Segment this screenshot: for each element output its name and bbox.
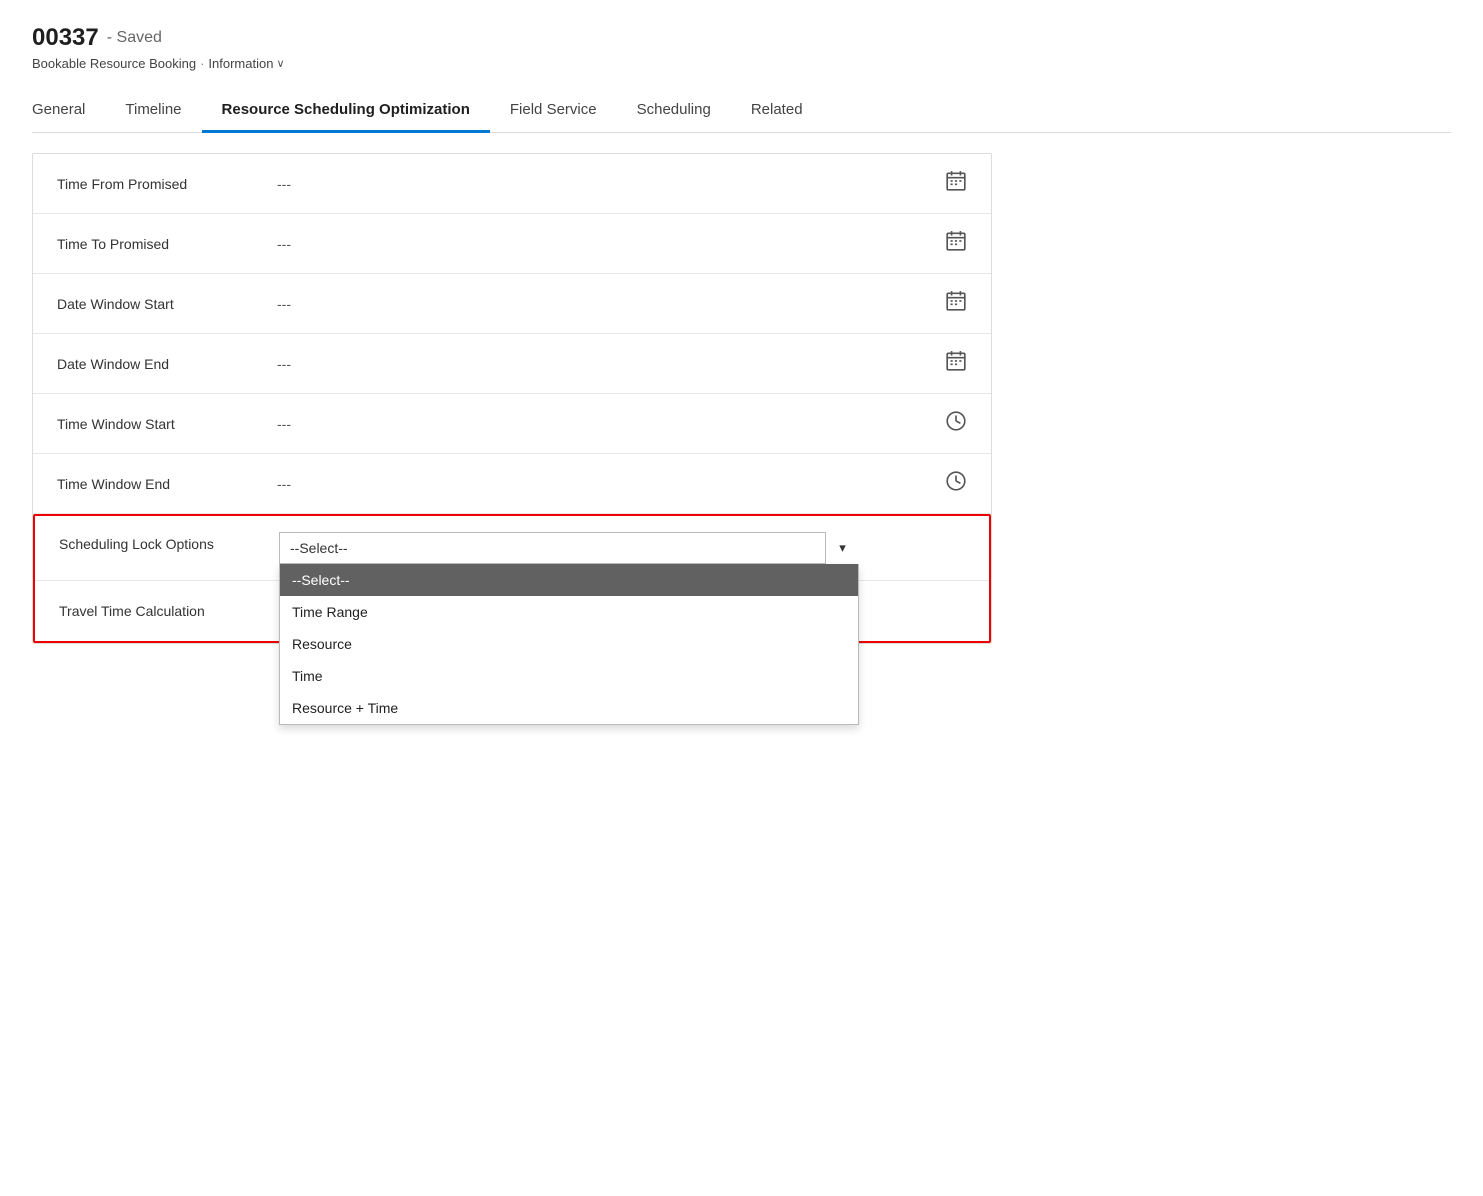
tab-related[interactable]: Related [731, 91, 823, 133]
record-title: 00337 - Saved [32, 24, 1451, 52]
info-link[interactable]: Information ∨ [208, 56, 284, 71]
row-date-window-end: Date Window End --- [33, 334, 991, 394]
label-date-window-end: Date Window End [57, 356, 277, 372]
label-scheduling-lock: Scheduling Lock Options [59, 532, 279, 552]
tab-scheduling[interactable]: Scheduling [617, 91, 731, 133]
row-date-window-start: Date Window Start --- [33, 274, 991, 334]
label-time-from-promised: Time From Promised [57, 176, 277, 192]
saved-label: - Saved [107, 29, 162, 47]
entity-name: Bookable Resource Booking [32, 56, 196, 71]
breadcrumb-sep: · [200, 56, 204, 71]
value-time-window-start: --- [277, 416, 945, 432]
value-time-to-promised: --- [277, 236, 945, 252]
record-id: 00337 [32, 24, 99, 52]
label-time-to-promised: Time To Promised [57, 236, 277, 252]
clock-icon-time-window-start[interactable] [945, 410, 967, 437]
calendar-icon-time-from[interactable] [945, 170, 967, 197]
dropdown-option-select[interactable]: --Select-- [280, 564, 858, 596]
label-time-window-end: Time Window End [57, 476, 277, 492]
label-time-window-start: Time Window Start [57, 416, 277, 432]
tab-timeline[interactable]: Timeline [105, 91, 201, 133]
form-card: Time From Promised --- [32, 153, 992, 644]
content-area: Time From Promised --- [32, 133, 1451, 644]
dropdown-option-resource-time[interactable]: Resource + Time [280, 692, 858, 724]
tab-fieldservice[interactable]: Field Service [490, 91, 617, 133]
clock-icon-time-window-end[interactable] [945, 470, 967, 497]
calendar-icon-date-start[interactable] [945, 290, 967, 317]
row-time-from-promised: Time From Promised --- [33, 154, 991, 214]
chevron-down-icon: ▾ [839, 540, 846, 556]
dropdown-arrow-icon: ▾ [825, 532, 859, 564]
select-value-label: --Select-- [290, 540, 348, 556]
value-date-window-end: --- [277, 356, 945, 372]
label-travel-time: Travel Time Calculation [59, 603, 279, 619]
label-date-window-start: Date Window Start [57, 296, 277, 312]
row-time-window-start: Time Window Start --- [33, 394, 991, 454]
tab-general[interactable]: General [32, 91, 105, 133]
value-scheduling-lock: --Select-- ▾ --Select-- Time Range Resou… [279, 532, 965, 564]
dropdown-option-timerange[interactable]: Time Range [280, 596, 858, 628]
breadcrumb: Bookable Resource Booking · Information … [32, 56, 1451, 71]
chevron-down-icon: ∨ [276, 57, 284, 70]
tabs-bar: General Timeline Resource Scheduling Opt… [32, 91, 1451, 133]
calendar-icon-time-to[interactable] [945, 230, 967, 257]
highlighted-section: Scheduling Lock Options --Select-- ▾ --S… [33, 514, 991, 643]
dropdown-option-resource[interactable]: Resource [280, 628, 858, 660]
scheduling-lock-select-wrapper: --Select-- ▾ --Select-- Time Range Resou… [279, 532, 859, 564]
scheduling-lock-select[interactable]: --Select-- ▾ [279, 532, 859, 564]
value-time-from-promised: --- [277, 176, 945, 192]
dropdown-option-time[interactable]: Time [280, 660, 858, 692]
page-wrapper: 00337 - Saved Bookable Resource Booking … [0, 0, 1483, 1196]
value-time-window-end: --- [277, 476, 945, 492]
calendar-icon-date-end[interactable] [945, 350, 967, 377]
row-scheduling-lock: Scheduling Lock Options --Select-- ▾ --S… [35, 516, 989, 581]
header-area: 00337 - Saved Bookable Resource Booking … [32, 24, 1451, 71]
value-date-window-start: --- [277, 296, 945, 312]
tab-rso[interactable]: Resource Scheduling Optimization [202, 91, 490, 133]
info-label: Information [208, 56, 273, 71]
scheduling-lock-dropdown: --Select-- Time Range Resource Time Reso… [279, 564, 859, 725]
row-time-window-end: Time Window End --- [33, 454, 991, 514]
row-time-to-promised: Time To Promised --- [33, 214, 991, 274]
